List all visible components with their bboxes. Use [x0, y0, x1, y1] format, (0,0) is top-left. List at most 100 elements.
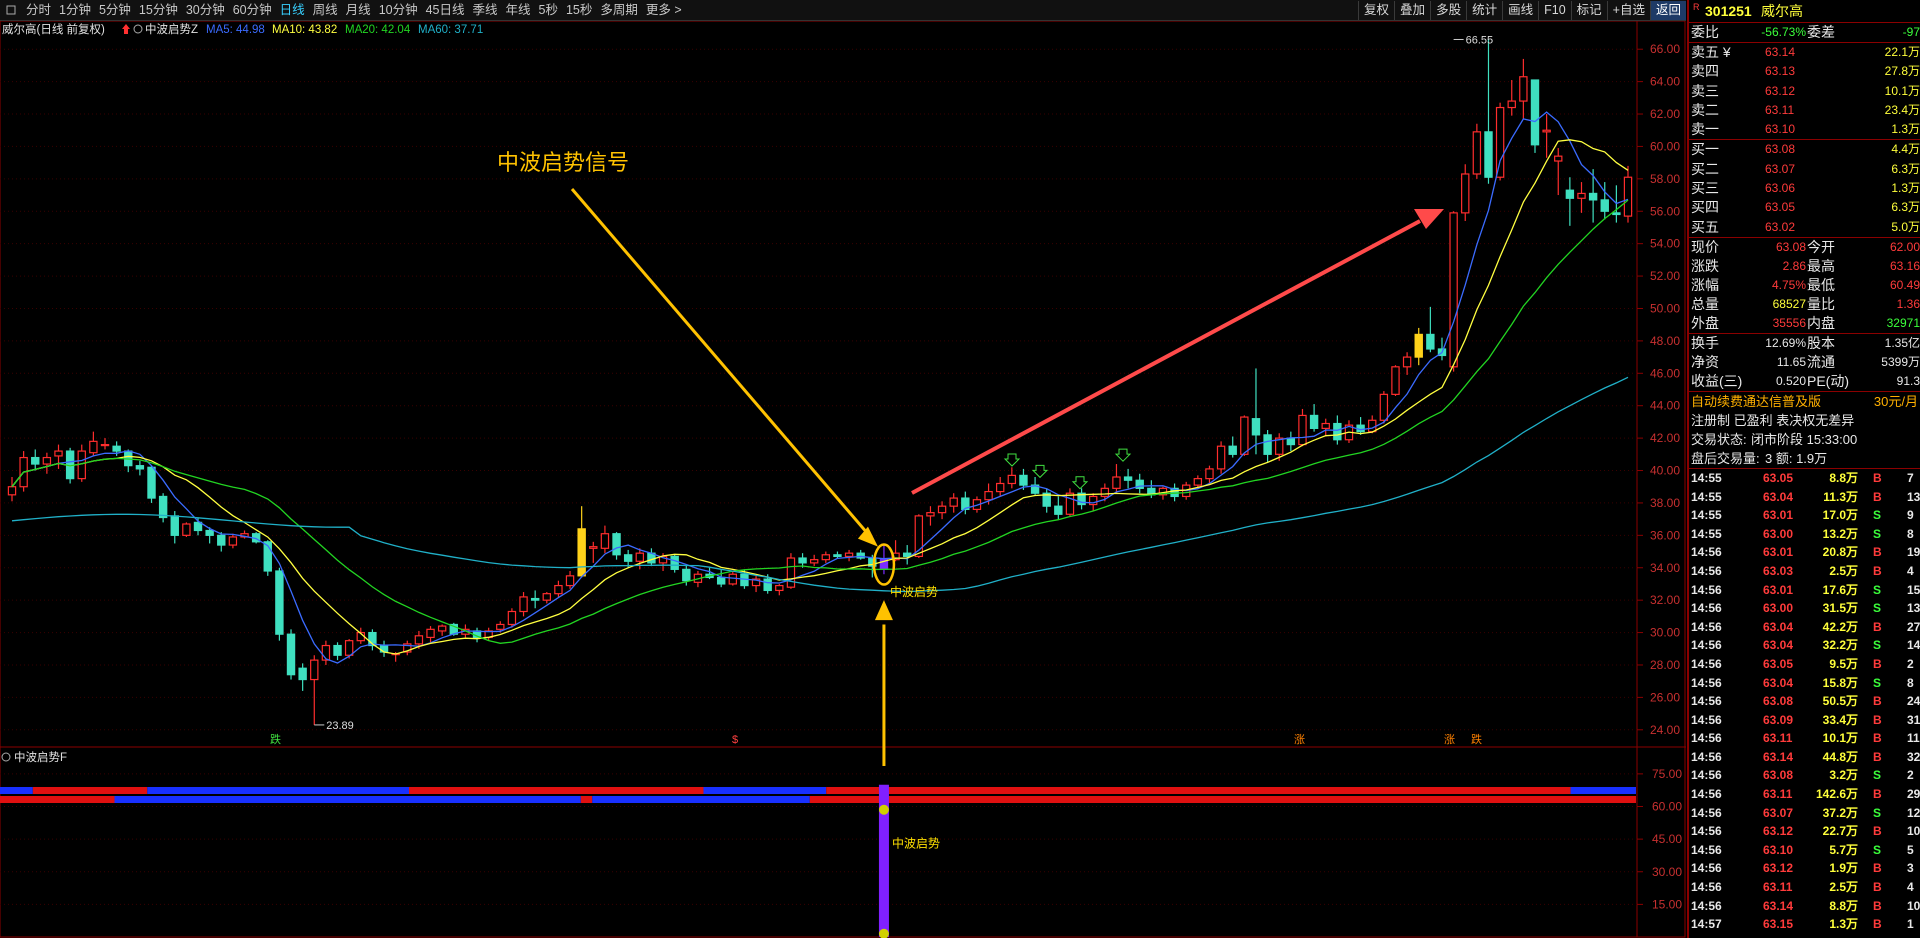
period-tab[interactable]: 年线 — [502, 0, 535, 20]
candle-body — [798, 557, 807, 564]
annotation-text: 中波启势信号 — [497, 150, 629, 175]
candle-body — [577, 528, 586, 577]
tick-price: 63.08 — [1763, 768, 1794, 783]
price-tick-label: 48.00 — [1650, 334, 1680, 348]
toolbar-button[interactable]: 标记 — [1570, 0, 1607, 20]
candle-body — [1193, 478, 1203, 486]
level-price: 63.06 — [1765, 181, 1796, 196]
bid-row: 买一 63.08 4.4万 — [1689, 140, 1920, 159]
period-tab[interactable]: 30分钟 — [182, 0, 229, 20]
period-tab[interactable]: 月线 — [342, 0, 375, 20]
candle-body — [565, 575, 575, 587]
tick-time: 14:56 — [1691, 619, 1722, 634]
ask-row: 卖三 63.12 10.1万 — [1689, 82, 1920, 101]
candle — [1286, 431, 1296, 452]
tick-side: B — [1873, 694, 1882, 709]
tick-volume: 13.2万 — [1822, 526, 1858, 541]
candle-body — [1263, 434, 1272, 455]
period-tab[interactable]: 45日线 — [422, 0, 469, 20]
arrowhead-icon — [1414, 209, 1444, 229]
tick-count: 8 — [1907, 675, 1914, 690]
toolbar-button[interactable]: +自选 — [1606, 0, 1650, 20]
tick-row: 14:55 63.01 17.0万 S 9 — [1689, 506, 1920, 525]
toolbar-button[interactable]: 画线 — [1502, 0, 1538, 20]
candle — [182, 522, 191, 537]
low-price-label: 23.89 — [326, 720, 354, 732]
period-tab[interactable]: 5秒 — [535, 0, 562, 20]
period-tab[interactable]: 季线 — [469, 0, 502, 20]
period-tab[interactable]: 5分钟 — [95, 0, 135, 20]
price-tick-label: 42.00 — [1650, 431, 1680, 445]
candle-body — [1519, 76, 1528, 102]
candle-body — [158, 495, 168, 519]
stat-row: 现价 63.08 今开 62.00 — [1689, 238, 1920, 257]
ask-row: 卖五 ¥ 63.14 22.1万 — [1689, 43, 1920, 62]
candle-body — [682, 568, 691, 582]
toolbar-button[interactable]: 统计 — [1466, 0, 1502, 20]
toolbar-button[interactable]: 叠加 — [1394, 0, 1430, 20]
tick-row: 14:56 63.05 9.5万 B 2 — [1689, 655, 1920, 674]
candle — [135, 460, 145, 476]
candle-body — [1542, 129, 1551, 133]
tick-price: 63.12 — [1763, 861, 1794, 876]
tick-row: 14:56 63.08 3.2万 S 2 — [1689, 766, 1920, 785]
after-row: 盘后交易量: 3 额: 1.9万 — [1689, 449, 1920, 468]
tick-count: 15 — [1907, 582, 1920, 597]
candle — [809, 554, 819, 567]
period-tab[interactable]: 15分钟 — [135, 0, 182, 20]
period-tab[interactable]: 15秒 — [562, 0, 596, 20]
period-tab[interactable]: 1分钟 — [55, 0, 95, 20]
candle-body — [670, 555, 679, 570]
info-label: 中波启势Z — [145, 23, 198, 36]
candle — [100, 438, 110, 450]
period-tab[interactable]: 更多 > — [642, 0, 686, 20]
weibi-row: 委比 -56.73% 委差 -97 — [1689, 23, 1920, 42]
tick-count: 32 — [1907, 749, 1920, 764]
ma5-line — [11, 111, 1629, 664]
level-volume: 23.4万 — [1884, 102, 1920, 117]
level-volume: 27.8万 — [1884, 64, 1920, 79]
price-tick-label: 66.00 — [1650, 42, 1680, 56]
period-tab[interactable]: 日线 — [276, 0, 309, 20]
period-tab[interactable]: 10分钟 — [375, 0, 422, 20]
period-tab[interactable]: 分时 — [22, 0, 55, 20]
candle — [158, 493, 168, 523]
stat-label: 净资 — [1691, 353, 1719, 370]
stat-label: 总量 — [1691, 295, 1719, 312]
candle — [1588, 169, 1598, 223]
tick-price: 63.14 — [1763, 749, 1794, 764]
tick-count: 29 — [1907, 787, 1920, 802]
reg-row: 注册制 已盈利 表决权无差异 — [1689, 411, 1920, 430]
period-tab[interactable]: 60分钟 — [229, 0, 276, 20]
tick-price: 63.04 — [1763, 619, 1794, 634]
toolbar-button[interactable]: 返回 — [1649, 0, 1686, 20]
candle-body — [530, 597, 540, 601]
candle-body — [949, 497, 958, 507]
toolbar-button[interactable]: 复权 — [1358, 0, 1394, 20]
candle — [937, 501, 947, 520]
tick-list[interactable]: 14:55 63.05 8.8万 B 7 14:55 63.04 11.3万 B 13 14:55 6… — [1689, 467, 1920, 934]
toolbar-button[interactable]: F10 — [1538, 0, 1571, 20]
candle — [321, 640, 331, 665]
ad-row[interactable]: 自动续费通达信普及版 30元/月 — [1689, 390, 1920, 411]
ad-text[interactable]: 自动续费通达信普及版 — [1691, 392, 1821, 411]
candle — [1426, 306, 1435, 353]
stat-value: 91.3 — [1896, 373, 1920, 388]
kline-chart-area[interactable]: 66.00 64.00 62.00 60.00 58.00 56.00 54.00 52.00… — [0, 21, 1686, 938]
ad-price[interactable]: 30元/月 — [1874, 392, 1918, 411]
candle-body — [1333, 422, 1342, 441]
price-tick-label: 34.00 — [1650, 561, 1680, 575]
candle-body — [926, 512, 935, 517]
toolbar-button[interactable]: 多股 — [1430, 0, 1466, 20]
tick-time: 14:56 — [1691, 805, 1722, 820]
period-tab[interactable]: 多周期 — [596, 0, 642, 20]
candle-body — [1321, 422, 1330, 429]
level-volume: 22.1万 — [1884, 45, 1920, 59]
menu-icon[interactable] — [2, 1, 20, 19]
candle-body — [1484, 131, 1493, 178]
stat-value: 68527 — [1772, 296, 1806, 311]
tick-count: 13 — [1907, 489, 1920, 504]
period-tab[interactable]: 周线 — [309, 0, 342, 20]
candle-body — [1472, 131, 1482, 175]
tick-volume: 8.8万 — [1829, 470, 1858, 485]
